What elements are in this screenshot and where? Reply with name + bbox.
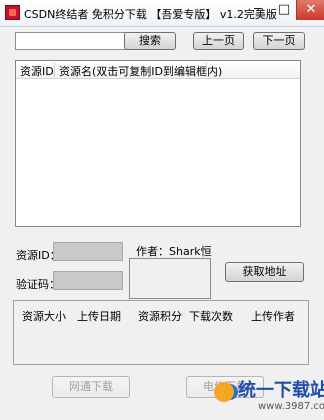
column-divider[interactable] (54, 62, 55, 77)
netcom-download-button[interactable]: 网通下载 (52, 376, 130, 398)
detail-header-uploader: 上传作者 (251, 310, 295, 323)
detail-header-size: 资源大小 (22, 310, 66, 323)
app-icon (5, 5, 20, 20)
captcha-field[interactable] (53, 271, 123, 290)
watermark-url: www.3987.com (258, 401, 324, 412)
maximize-button[interactable]: □ (271, 0, 297, 20)
column-header-resource-name[interactable]: 资源名(双击可复制ID到编辑框内) (59, 63, 222, 79)
column-header-resource-id[interactable]: 资源ID (20, 63, 54, 79)
captcha-image[interactable] (129, 258, 211, 299)
search-button[interactable]: 搜索 (124, 32, 176, 50)
watermark-main-text: 统一下载站 (238, 380, 324, 401)
column-divider[interactable] (206, 62, 207, 77)
detail-header-upload-date: 上传日期 (77, 310, 121, 323)
search-input[interactable] (15, 32, 126, 50)
window-title: CSDN终结者 免积分下载 【吾爱专版】 v1.2完美版 (24, 8, 277, 21)
next-page-button[interactable]: 下一页 (253, 32, 305, 50)
details-panel: 资源大小 上传日期 资源积分 下载次数 上传作者 (13, 300, 309, 365)
resource-list[interactable]: 资源ID 资源名(双击可复制ID到编辑框内) (15, 60, 301, 227)
detail-header-points: 资源积分 (138, 310, 182, 323)
get-address-button[interactable]: 获取地址 (225, 262, 304, 282)
detail-header-download-count: 下载次数 (189, 310, 233, 323)
author-text: 作者：Shark恒 (136, 245, 212, 258)
minimize-button[interactable]: ─ (245, 0, 271, 20)
list-header: 资源ID 资源名(双击可复制ID到编辑框内) (16, 61, 300, 79)
prev-page-button[interactable]: 上一页 (193, 32, 244, 50)
close-button[interactable]: ✕ (296, 0, 324, 20)
site-watermark: 统一下载站 www.3987.com (206, 372, 324, 420)
resource-id-field[interactable] (53, 242, 123, 261)
watermark-logo-icon (214, 382, 234, 402)
title-bar: CSDN终结者 免积分下载 【吾爱专版】 v1.2完美版 ─ □ ✕ (0, 0, 324, 27)
